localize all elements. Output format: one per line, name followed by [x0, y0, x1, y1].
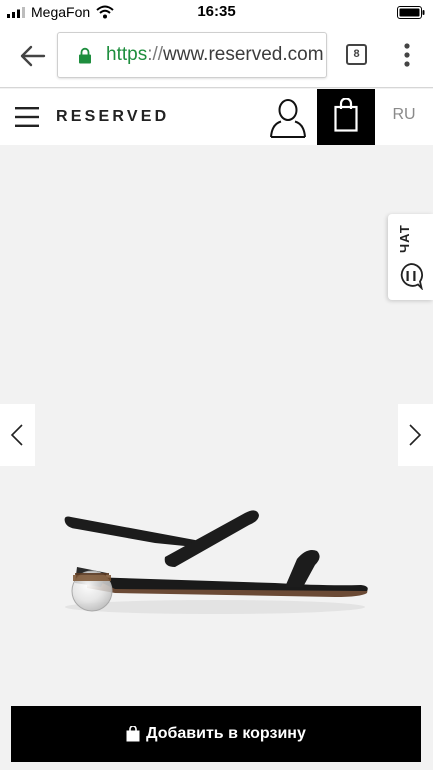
lock-icon — [79, 47, 91, 64]
more-vert-icon[interactable] — [398, 42, 416, 68]
url-text: https://www.reserved.com — [106, 44, 324, 66]
user-icon[interactable] — [267, 97, 309, 139]
browser-toolbar: https://www.reserved.com 8 — [0, 24, 433, 88]
product-sandal-image — [64, 510, 368, 614]
product-gallery[interactable]: ЧАТ — [0, 145, 433, 698]
cart-button[interactable] — [317, 89, 375, 145]
shopping-bag-icon — [334, 98, 358, 132]
site-header: RESERVED RU — [0, 89, 433, 145]
language-switcher[interactable]: RU — [384, 106, 424, 124]
chevron-left-icon — [10, 424, 23, 446]
back-arrow-icon[interactable] — [18, 44, 46, 68]
tabs-icon[interactable]: 8 — [346, 44, 367, 65]
url-scheme: https — [106, 44, 148, 65]
add-to-cart-button[interactable]: Добавить в корзину — [11, 706, 421, 762]
status-time: 16:35 — [197, 3, 236, 20]
url-host: www.reserved.com — [163, 44, 324, 65]
chat-label: ЧАТ — [397, 224, 412, 254]
next-image-button[interactable] — [398, 404, 433, 466]
hamburger-menu-icon[interactable] — [15, 106, 39, 128]
brand-logo[interactable]: RESERVED — [56, 108, 169, 126]
add-to-cart-label: Добавить в корзину — [146, 725, 306, 742]
address-bar[interactable]: https://www.reserved.com — [57, 32, 327, 78]
chat-widget[interactable]: ЧАТ — [388, 214, 433, 300]
chevron-right-icon — [409, 424, 422, 446]
battery-icon — [397, 6, 425, 19]
status-bar: MegaFon 16:35 — [0, 0, 433, 24]
chat-bubble-icon — [400, 263, 423, 290]
url-separator: :// — [147, 44, 164, 65]
shopping-bag-icon — [126, 726, 140, 742]
previous-image-button[interactable] — [0, 404, 35, 466]
